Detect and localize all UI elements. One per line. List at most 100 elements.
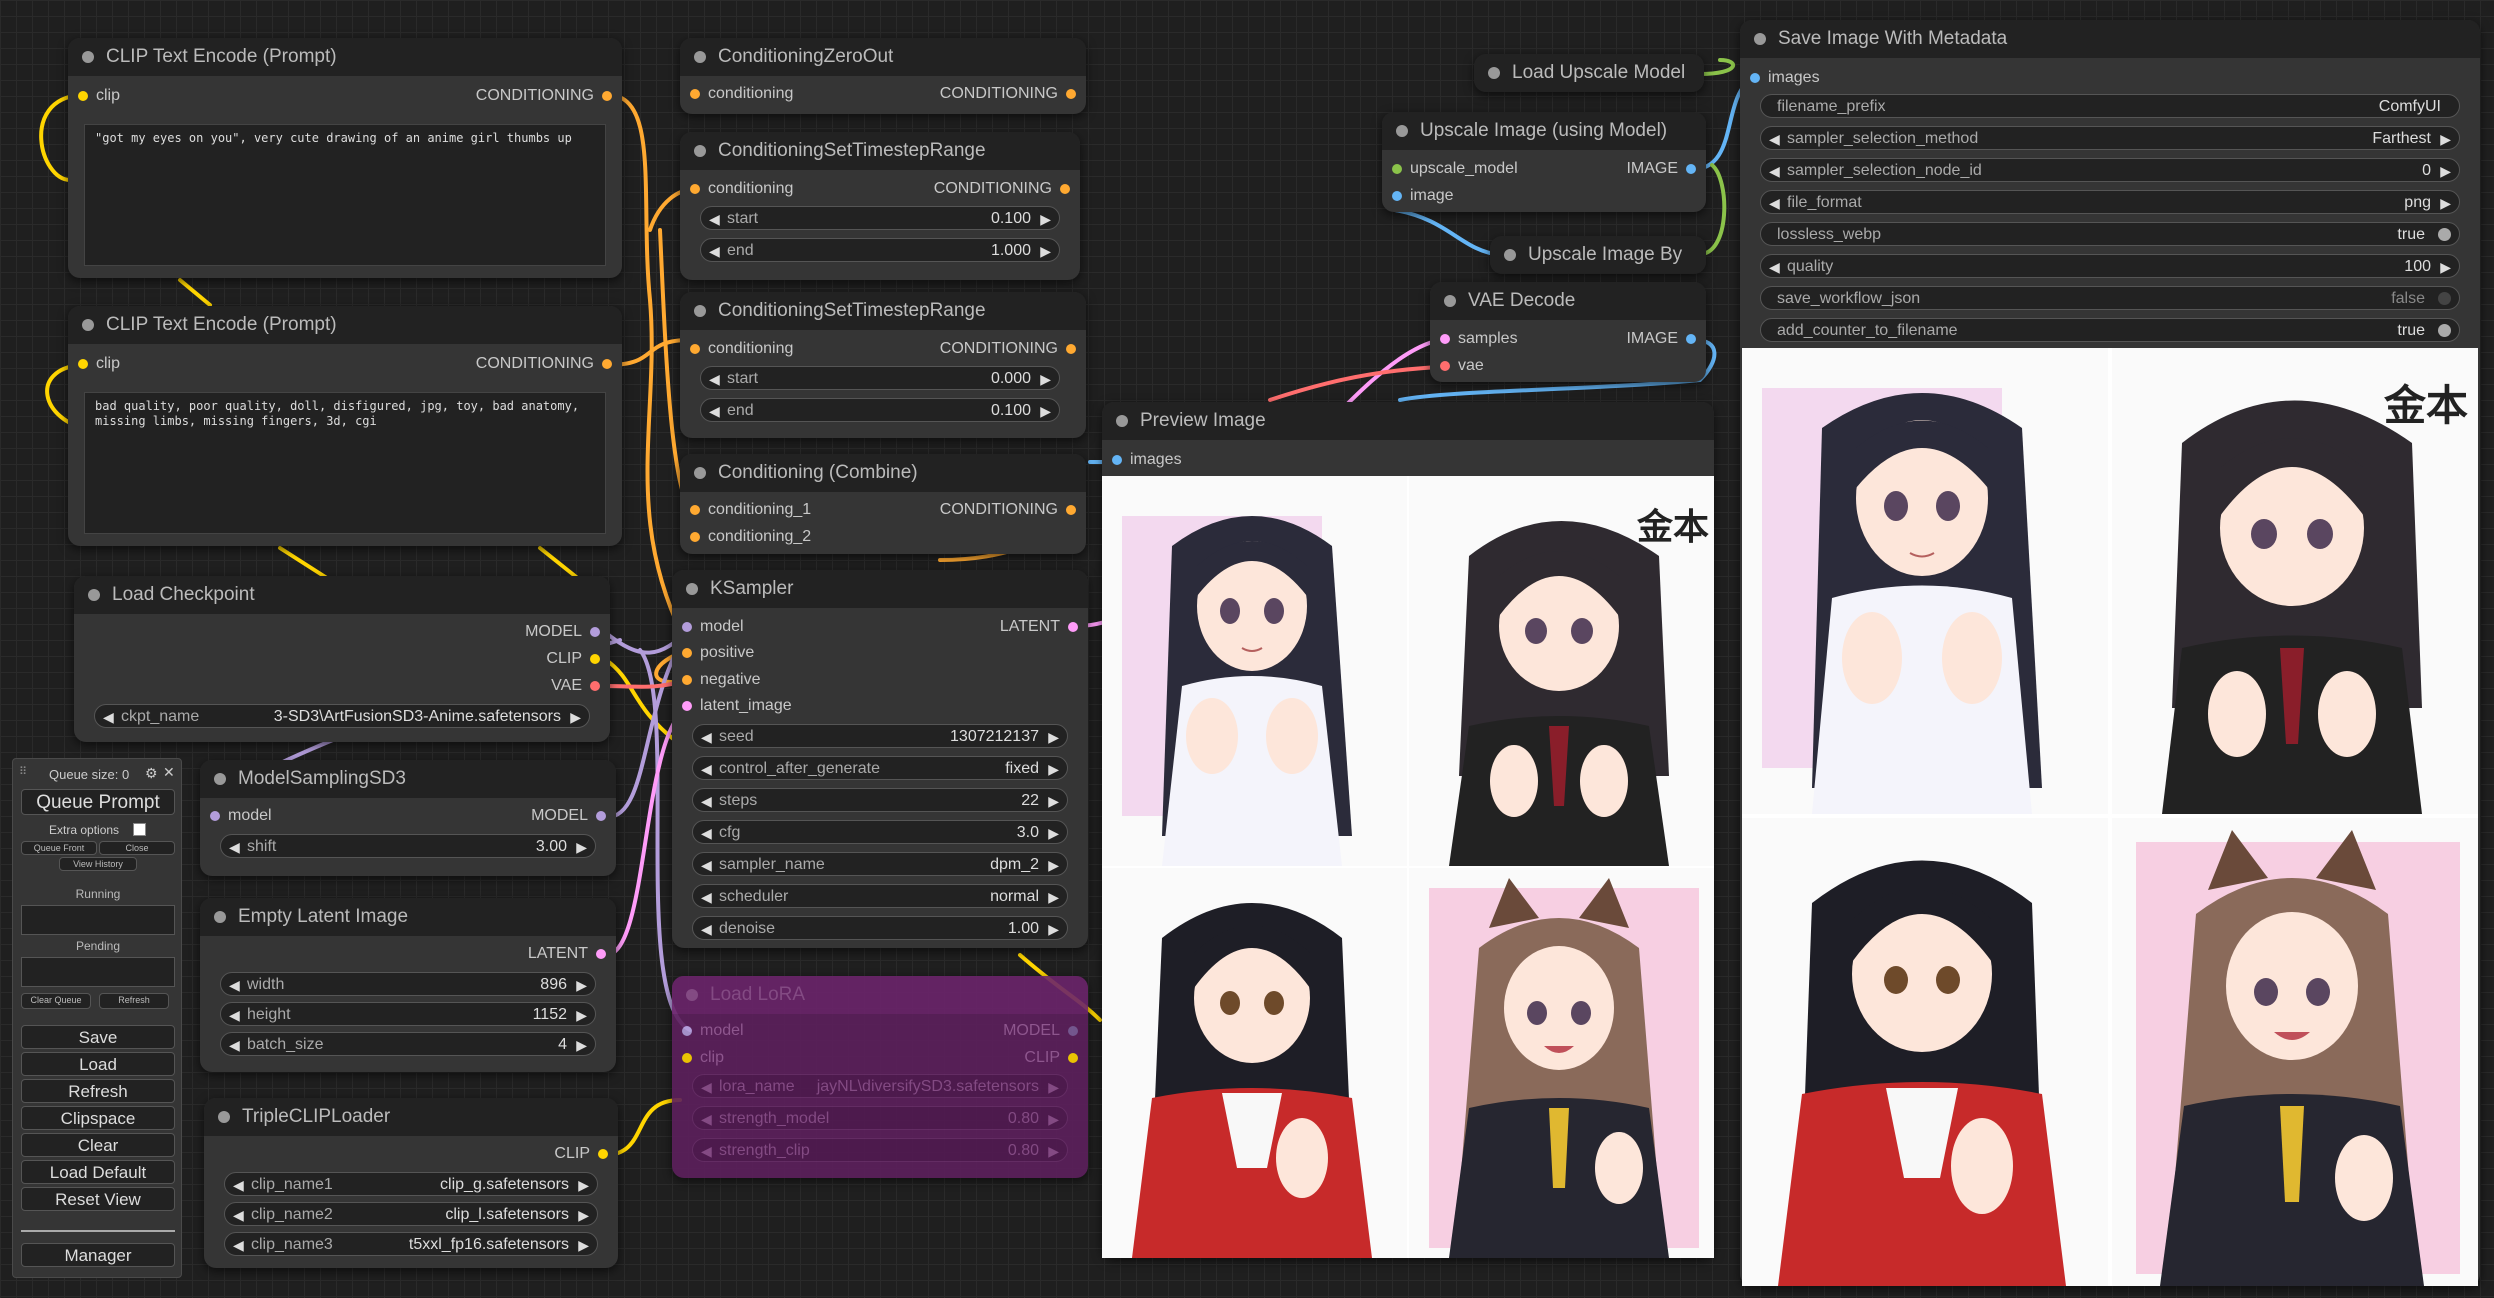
conditioning-pin-icon[interactable]: [690, 505, 700, 515]
collapse-dot-icon[interactable]: [694, 467, 706, 479]
arrow-right-icon[interactable]: ▶: [2440, 191, 2451, 213]
collapse-dot-icon[interactable]: [694, 305, 706, 317]
arrow-right-icon[interactable]: ▶: [576, 1033, 587, 1055]
arrow-left-icon[interactable]: ◀: [1769, 191, 1780, 213]
latent-pin-icon[interactable]: [596, 949, 606, 959]
width-number-widget[interactable]: ◀ width 896 ▶: [220, 972, 596, 996]
collapse-dot-icon[interactable]: [686, 989, 698, 1001]
arrow-left-icon[interactable]: ◀: [709, 207, 720, 229]
collapse-dot-icon[interactable]: [214, 911, 226, 923]
control-after-generate-combo[interactable]: ◀ control_after_generate fixed ▶: [692, 756, 1068, 780]
node-title[interactable]: Load Checkpoint: [74, 576, 610, 614]
clip-text-encode-negative-node[interactable]: CLIP Text Encode (Prompt) clip CONDITION…: [68, 306, 622, 546]
arrow-right-icon[interactable]: ▶: [2440, 159, 2451, 181]
clip-input-slot[interactable]: clip: [680, 1048, 724, 1068]
height-number-widget[interactable]: ◀ height 1152 ▶: [220, 1002, 596, 1026]
extra-options-checkbox[interactable]: [133, 823, 146, 836]
batch-size-number-widget[interactable]: ◀ batch_size 4 ▶: [220, 1032, 596, 1056]
arrow-left-icon[interactable]: ◀: [701, 821, 712, 843]
close-button[interactable]: Close: [99, 841, 175, 855]
arrow-right-icon[interactable]: ▶: [1040, 399, 1051, 421]
preview-image-node[interactable]: Preview Image images 金本: [1102, 402, 1714, 1258]
image-input-slot[interactable]: image: [1390, 186, 1454, 206]
file-format-combo[interactable]: ◀ file_format png ▶: [1760, 190, 2460, 214]
seed-number-widget[interactable]: ◀ seed 1307212137 ▶: [692, 724, 1068, 748]
conditioning-output-slot[interactable]: CONDITIONING: [476, 86, 614, 106]
collapse-dot-icon[interactable]: [1488, 67, 1500, 79]
conditioning-output-slot[interactable]: CONDITIONING: [940, 500, 1078, 520]
denoise-number-widget[interactable]: ◀ denoise 1.00 ▶: [692, 916, 1068, 940]
end-number-widget[interactable]: ◀ end 1.000 ▶: [700, 238, 1060, 262]
arrow-right-icon[interactable]: ▶: [1040, 367, 1051, 389]
arrow-left-icon[interactable]: ◀: [709, 367, 720, 389]
vae-output-slot[interactable]: VAE: [551, 676, 602, 696]
sampler-selection-method-combo[interactable]: ◀ sampler_selection_method Farthest ▶: [1760, 126, 2460, 150]
image-pin-icon[interactable]: [1750, 73, 1760, 83]
arrow-left-icon[interactable]: ◀: [233, 1233, 244, 1255]
conditioning-combine-node[interactable]: Conditioning (Combine) conditioning_1 co…: [680, 454, 1086, 554]
image-pin-icon[interactable]: [1392, 191, 1402, 201]
drag-handle-icon[interactable]: ⠿: [19, 765, 27, 778]
collapse-dot-icon[interactable]: [694, 145, 706, 157]
arrow-left-icon[interactable]: ◀: [701, 917, 712, 939]
conditioning-output-slot[interactable]: CONDITIONING: [940, 339, 1078, 359]
saved-image-1[interactable]: [1742, 348, 2108, 814]
arrow-right-icon[interactable]: ▶: [578, 1203, 589, 1225]
toggle-off-icon[interactable]: [2438, 292, 2451, 305]
arrow-right-icon[interactable]: ▶: [1040, 207, 1051, 229]
preview-image-3[interactable]: [1102, 868, 1407, 1258]
arrow-right-icon[interactable]: ▶: [576, 1003, 587, 1025]
image-output-slot[interactable]: IMAGE: [1626, 329, 1698, 349]
arrow-left-icon[interactable]: ◀: [229, 1003, 240, 1025]
model-pin-icon[interactable]: [1068, 1026, 1078, 1036]
conditioning-pin-icon[interactable]: [602, 359, 612, 369]
conditioning-2-input-slot[interactable]: conditioning_2: [688, 527, 811, 547]
prompt-textarea[interactable]: bad quality, poor quality, doll, disfigu…: [84, 392, 606, 534]
save-button[interactable]: Save: [21, 1025, 175, 1049]
collapse-dot-icon[interactable]: [694, 51, 706, 63]
clip-output-slot[interactable]: CLIP: [546, 649, 602, 669]
conditioning-zero-out-node[interactable]: ConditioningZeroOut conditioning CONDITI…: [680, 38, 1086, 114]
node-title[interactable]: Preview Image: [1102, 402, 1714, 440]
arrow-left-icon[interactable]: ◀: [709, 239, 720, 261]
latent-pin-icon[interactable]: [1068, 622, 1078, 632]
collapse-dot-icon[interactable]: [218, 1111, 230, 1123]
ksampler-node[interactable]: KSampler model positive negative latent_…: [672, 570, 1088, 948]
start-number-widget[interactable]: ◀ start 0.000 ▶: [700, 366, 1060, 390]
model-pin-icon[interactable]: [596, 811, 606, 821]
sampler-selection-node-id-number-widget[interactable]: ◀ sampler_selection_node_id 0 ▶: [1760, 158, 2460, 182]
saved-image-3[interactable]: [1742, 818, 2108, 1286]
collapse-dot-icon[interactable]: [82, 51, 94, 63]
latent-image-input-slot[interactable]: latent_image: [680, 696, 792, 716]
collapse-dot-icon[interactable]: [1504, 249, 1516, 261]
toggle-on-icon[interactable]: [2438, 228, 2451, 241]
clip-input-slot[interactable]: clip: [76, 86, 120, 106]
node-title[interactable]: Conditioning (Combine): [680, 454, 1086, 492]
arrow-left-icon[interactable]: ◀: [229, 1033, 240, 1055]
load-button[interactable]: Load: [21, 1052, 175, 1076]
preview-image-grid[interactable]: 金本: [1102, 476, 1714, 1258]
conditioning-pin-icon[interactable]: [1060, 184, 1070, 194]
node-title[interactable]: TripleCLIPLoader: [204, 1098, 618, 1136]
collapse-dot-icon[interactable]: [1754, 33, 1766, 45]
arrow-left-icon[interactable]: ◀: [701, 1139, 712, 1161]
conditioning-pin-icon[interactable]: [690, 532, 700, 542]
save-workflow-json-toggle[interactable]: save_workflow_json false: [1760, 286, 2460, 310]
conditioning-pin-icon[interactable]: [690, 89, 700, 99]
arrow-left-icon[interactable]: ◀: [1769, 255, 1780, 277]
end-number-widget[interactable]: ◀ end 0.100 ▶: [700, 398, 1060, 422]
arrow-left-icon[interactable]: ◀: [233, 1203, 244, 1225]
conditioning-1-input-slot[interactable]: conditioning_1: [688, 500, 811, 520]
queue-front-button[interactable]: Queue Front: [21, 841, 97, 855]
arrow-left-icon[interactable]: ◀: [701, 789, 712, 811]
model-pin-icon[interactable]: [682, 622, 692, 632]
conditioning-input-slot[interactable]: conditioning: [688, 179, 793, 199]
arrow-right-icon[interactable]: ▶: [578, 1233, 589, 1255]
conditioning-pin-icon[interactable]: [1066, 505, 1076, 515]
gear-icon[interactable]: ⚙: [145, 765, 158, 782]
node-title[interactable]: KSampler: [672, 570, 1088, 608]
triple-clip-loader-node[interactable]: TripleCLIPLoader CLIP ◀ clip_name1 clip_g.…: [204, 1098, 618, 1268]
image-output-slot[interactable]: IMAGE: [1626, 159, 1698, 179]
arrow-right-icon[interactable]: ▶: [1048, 1107, 1059, 1129]
conditioning-pin-icon[interactable]: [682, 675, 692, 685]
